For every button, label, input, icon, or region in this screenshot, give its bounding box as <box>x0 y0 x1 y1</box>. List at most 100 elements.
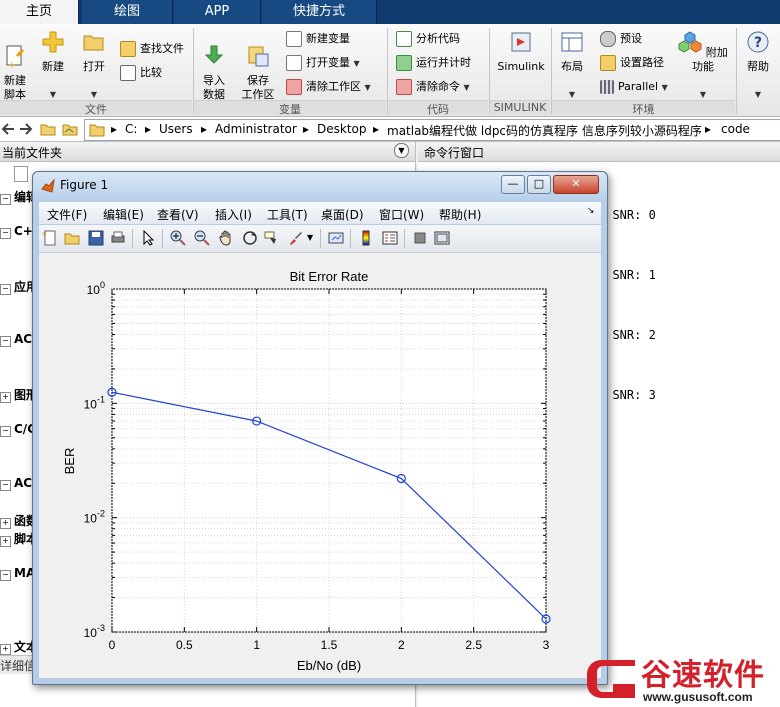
y-tick-label: 100 <box>87 280 105 297</box>
new-variable-button[interactable]: 新建变量 <box>286 30 350 48</box>
zoom-in-icon[interactable] <box>170 230 186 246</box>
compare-button[interactable]: 比较 <box>120 64 162 82</box>
print-icon[interactable] <box>110 230 126 246</box>
open-file-icon[interactable] <box>64 230 80 246</box>
open-button[interactable]: 打开 ▼ <box>78 30 110 102</box>
path-segment-users[interactable]: Users <box>159 122 193 136</box>
maximize-button[interactable]: □ <box>527 175 551 194</box>
open-variable-label: 打开变量 <box>306 56 350 69</box>
simulink-button[interactable]: Simulink <box>494 30 548 74</box>
back-arrow-icon[interactable] <box>0 121 16 137</box>
toolbar-divider <box>320 229 321 248</box>
clear-commands-icon <box>396 79 412 95</box>
layout-button[interactable]: 布局 ▼ <box>556 30 588 102</box>
colorbar-icon[interactable] <box>358 230 374 246</box>
menu-help[interactable]: 帮助(H) <box>439 206 481 223</box>
path-separator: ▸ <box>303 122 310 136</box>
brush-dropdown-icon[interactable]: ▼ <box>307 233 313 242</box>
tree-item[interactable]: − C/C <box>0 422 36 437</box>
menu-insert[interactable]: 插入(I) <box>215 206 252 223</box>
tree-item[interactable]: − C+ <box>0 224 33 239</box>
run-time-button[interactable]: 运行并计时 <box>396 54 471 72</box>
rotate-3d-icon[interactable] <box>242 230 258 246</box>
expand-icon: + <box>0 644 11 655</box>
legend-icon[interactable] <box>382 230 398 246</box>
help-label: 帮助 <box>747 60 769 73</box>
zoom-out-icon[interactable] <box>194 230 210 246</box>
path-segment-project[interactable]: matlab编程代做 ldpc码的仿真程序 信息序列较小源码程序 <box>387 122 702 139</box>
new-button[interactable]: 新建 ▼ <box>38 30 68 102</box>
ber-plot[interactable]: 0 0.5 1 1.5 2 2.5 3 100 10-1 10-2 10-3 Bit Error R… <box>39 253 601 678</box>
y-tick-label: 10-1 <box>84 394 105 411</box>
expand-icon: + <box>0 518 11 529</box>
tab-apps[interactable]: APP <box>174 0 261 24</box>
help-button[interactable]: ? 帮助 ▼ <box>740 30 776 102</box>
menu-edit[interactable]: 编辑(E) <box>103 206 144 223</box>
path-segment-admin[interactable]: Administrator <box>215 122 297 136</box>
compare-label: 比较 <box>140 66 162 79</box>
pan-hand-icon[interactable] <box>218 230 234 246</box>
up-folder-icon[interactable] <box>40 121 56 137</box>
menu-window[interactable]: 窗口(W) <box>379 206 424 223</box>
new-script-button[interactable]: + 新建 脚本 ▼ <box>0 30 30 130</box>
close-button[interactable]: ✕ <box>553 175 599 194</box>
tab-home[interactable]: 主页 <box>0 0 79 25</box>
run-time-label: 运行并计时 <box>416 56 471 69</box>
save-icon[interactable] <box>88 230 104 246</box>
folder-open-icon <box>83 35 104 51</box>
set-path-button[interactable]: 设置路径 <box>600 54 664 72</box>
preferences-button[interactable]: 预设 <box>600 30 642 48</box>
open-variable-button[interactable]: 打开变量 ▼ <box>286 54 360 72</box>
save-workspace-button[interactable]: 保存 工作区 <box>238 30 278 102</box>
file-icon <box>14 166 28 182</box>
x-tick-label: 0.5 <box>176 638 193 652</box>
expand-icon: + <box>0 392 11 403</box>
clear-commands-button[interactable]: 清除命令 ▼ <box>396 78 470 96</box>
menu-tools[interactable]: 工具(T) <box>267 206 308 223</box>
forward-arrow-icon[interactable] <box>18 121 34 137</box>
menu-dock-icon[interactable]: ↘ <box>587 206 595 216</box>
import-data-button[interactable]: 导入 数据 <box>198 30 230 102</box>
parallel-button[interactable]: Parallel ▼ <box>600 78 668 96</box>
path-box[interactable]: ▸ C: ▸ Users ▸ Administrator ▸ Desktop ▸… <box>84 119 780 141</box>
path-segment-code[interactable]: code <box>721 122 750 136</box>
analyze-code-button[interactable]: 分析代码 <box>396 30 460 48</box>
link-plot-icon[interactable] <box>328 230 344 246</box>
pointer-icon[interactable] <box>140 230 156 246</box>
find-files-button[interactable]: 查找文件 <box>120 40 184 58</box>
path-separator: ▸ <box>705 122 712 136</box>
add-ons-button[interactable]: 附加功能 ▼ <box>678 30 728 102</box>
brush-icon[interactable] <box>288 230 304 246</box>
tab-shortcuts[interactable]: 快捷方式 <box>262 0 377 24</box>
menu-desktop[interactable]: 桌面(D) <box>321 206 364 223</box>
path-segment-desktop[interactable]: Desktop <box>317 122 367 136</box>
run-time-icon <box>396 55 412 71</box>
x-axis-label: Eb/No (dB) <box>297 658 361 673</box>
svg-text:*: * <box>42 231 47 241</box>
address-bar: ▸ C: ▸ Users ▸ Administrator ▸ Desktop ▸… <box>0 117 780 142</box>
minimize-button[interactable]: — <box>501 175 525 194</box>
collapse-icon: − <box>0 480 11 491</box>
y-tick-label: 10-3 <box>84 623 105 640</box>
simulink-group-label: SIMULINK <box>490 100 550 115</box>
preferences-label: 预设 <box>620 32 642 45</box>
tab-plots[interactable]: 绘图 <box>82 0 173 24</box>
clear-workspace-button[interactable]: 清除工作区 ▼ <box>286 78 371 96</box>
figure-title-bar[interactable]: Figure 1 — □ ✕ <box>33 172 607 200</box>
analyze-icon <box>396 31 412 47</box>
details-label: 详细信 <box>0 659 37 673</box>
data-cursor-icon[interactable] <box>264 230 280 246</box>
browse-folder-icon[interactable] <box>62 121 78 137</box>
show-plot-tools-icon[interactable] <box>434 230 450 246</box>
simulink-label: Simulink <box>497 60 545 73</box>
panel-menu-icon[interactable]: ▼ <box>394 143 409 158</box>
path-segment-drive[interactable]: C: <box>125 122 137 136</box>
menu-file[interactable]: 文件(F) <box>47 206 87 223</box>
hide-plot-tools-icon[interactable] <box>412 230 428 246</box>
new-figure-icon[interactable]: * <box>42 230 58 246</box>
tree-item[interactable]: − MA <box>0 566 35 581</box>
figure-title: Figure 1 <box>60 178 109 192</box>
x-tick-label: 3 <box>543 638 550 652</box>
collapse-icon: − <box>0 336 11 347</box>
menu-view[interactable]: 查看(V) <box>157 206 199 223</box>
